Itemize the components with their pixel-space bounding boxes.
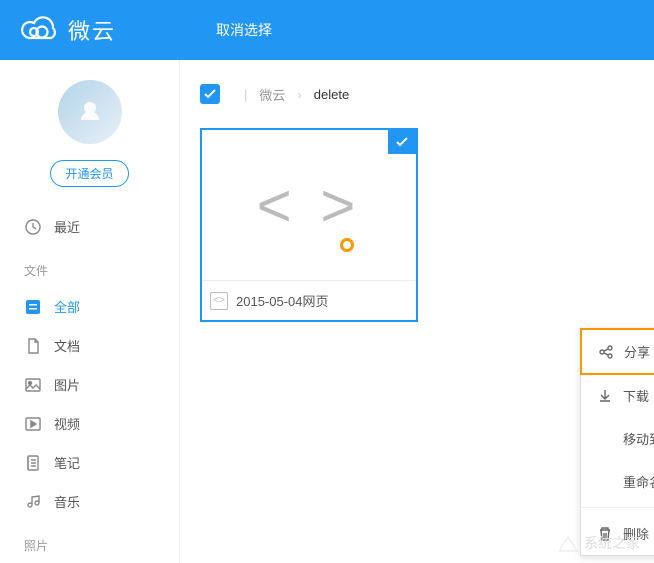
header: 微云 取消选择: [0, 0, 654, 60]
nav-label: 音乐: [54, 492, 80, 511]
document-icon: [24, 337, 42, 355]
nav-notes[interactable]: 笔记: [0, 443, 179, 482]
nav-label: 文档: [54, 336, 80, 355]
nav-label: 图片: [54, 375, 80, 394]
avatar[interactable]: [58, 80, 122, 144]
menu-label: 删除: [623, 524, 649, 543]
sidebar: 开通会员 最近 文件 全部 文档 图片: [0, 60, 180, 563]
file-card[interactable]: < > <> 2015-05-04网页: [200, 128, 418, 322]
breadcrumb-current: delete: [314, 87, 349, 102]
menu-download[interactable]: 下载: [581, 374, 654, 417]
clock-icon: [24, 218, 42, 236]
code-icon: < >: [257, 171, 362, 240]
image-icon: [24, 376, 42, 394]
file-name: 2015-05-04网页: [236, 291, 329, 310]
weiyun-logo-icon: [20, 14, 60, 46]
trash-icon: [597, 526, 613, 542]
section-files: 文件: [0, 254, 179, 287]
video-icon: [24, 415, 42, 433]
breadcrumb-root[interactable]: 微云: [259, 85, 285, 104]
menu-label: 移动到: [623, 429, 654, 448]
nav-music[interactable]: 音乐: [0, 482, 179, 521]
select-all-checkbox[interactable]: [200, 84, 220, 104]
chevron-right-icon: ›: [297, 87, 301, 102]
menu-delete[interactable]: 删除: [581, 512, 654, 555]
menu-label: 下载: [623, 386, 649, 405]
logo: 微云: [20, 14, 116, 46]
brand-name: 微云: [68, 14, 116, 46]
menu-label: 分享: [624, 342, 650, 361]
nav-label: 笔记: [54, 453, 80, 472]
all-icon: [24, 298, 42, 316]
breadcrumb: | 微云 › delete: [200, 84, 634, 104]
vip-button[interactable]: 开通会员: [50, 160, 128, 187]
nav-label: 最近: [54, 217, 80, 236]
nav-videos[interactable]: 视频: [0, 404, 179, 443]
download-icon: [597, 388, 613, 404]
nav-label: 全部: [54, 297, 80, 316]
note-icon: [24, 454, 42, 472]
file-name-row: <> 2015-05-04网页: [202, 280, 416, 320]
nav-all[interactable]: 全部: [0, 287, 179, 326]
file-thumbnail: < >: [202, 130, 416, 280]
nav-images[interactable]: 图片: [0, 365, 179, 404]
html-file-icon: <>: [210, 292, 228, 310]
menu-move[interactable]: 移动到: [581, 417, 654, 460]
music-icon: [24, 493, 42, 511]
nav-label: 视频: [54, 414, 80, 433]
menu-share[interactable]: 分享: [580, 328, 654, 375]
cancel-select-button[interactable]: 取消选择: [216, 20, 272, 40]
share-icon: [598, 344, 614, 360]
section-photos: 照片: [0, 529, 179, 562]
breadcrumb-sep: |: [244, 87, 247, 102]
highlight-dot-icon: [340, 238, 354, 252]
content-area: | 微云 › delete < > <> 2015-05-04网页: [180, 60, 654, 563]
nav-recent[interactable]: 最近: [0, 207, 179, 246]
nav-docs[interactable]: 文档: [0, 326, 179, 365]
menu-rename[interactable]: 重命名: [581, 460, 654, 503]
menu-divider: [581, 507, 654, 508]
context-menu: 分享 下载 移动到 重命名 删除: [580, 328, 654, 556]
menu-label: 重命名: [623, 472, 654, 491]
